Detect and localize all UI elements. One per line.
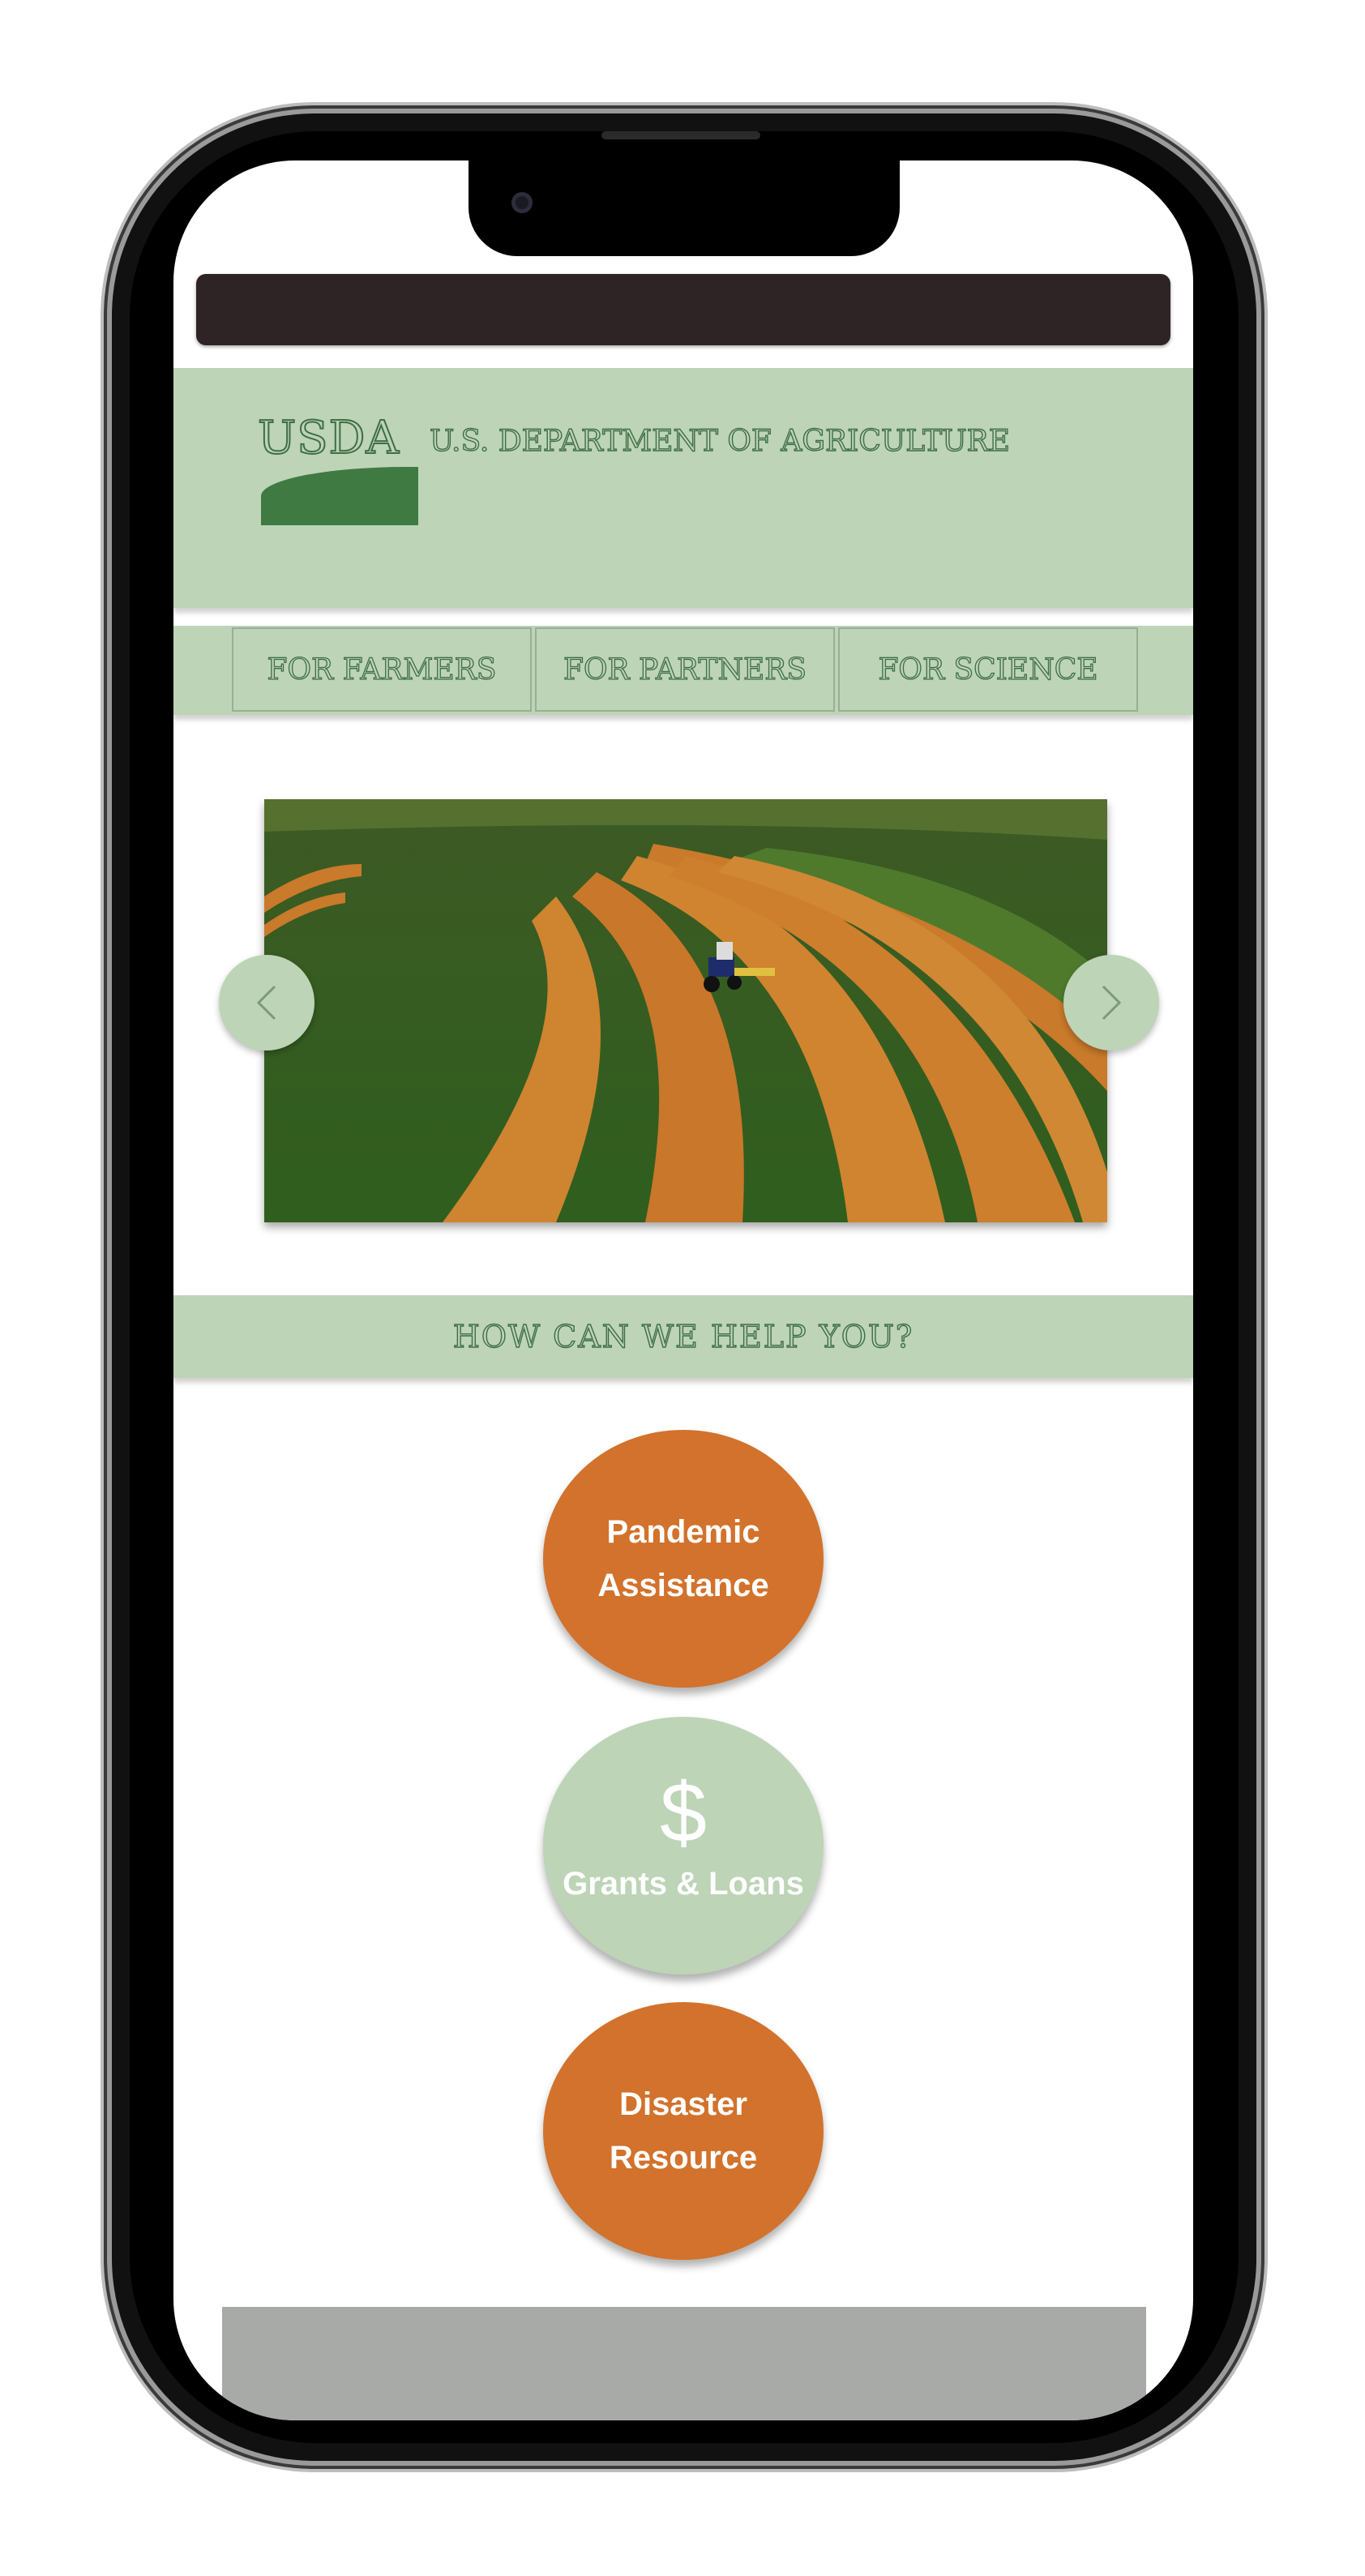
phone-volume-down-button: [102, 909, 110, 1076]
pandemic-assistance-button[interactable]: Pandemic Assistance: [543, 1430, 824, 1688]
phone-volume-up-button: [102, 699, 110, 866]
field-illustration: [264, 799, 1107, 1222]
grants-loans-label: Grants & Loans: [563, 1866, 804, 1902]
carousel-next-button[interactable]: [1063, 955, 1159, 1051]
disaster-resource-label-line2: Resource: [609, 2140, 758, 2176]
site-header: USDA U.S. DEPARTMENT OF AGRICULTURE: [173, 368, 1193, 608]
department-title: U.S. DEPARTMENT OF AGRICULTURE: [429, 424, 1010, 458]
camera-icon: [511, 192, 533, 213]
chevron-right-icon: [1102, 985, 1122, 1021]
dollar-icon: $: [660, 1766, 707, 1860]
phone-mute-switch: [102, 540, 110, 631]
browser-address-bar[interactable]: [196, 274, 1170, 345]
chevron-left-icon: [256, 985, 276, 1021]
disaster-resource-button[interactable]: Disaster Resource: [543, 2002, 824, 2260]
nav-for-partners[interactable]: FOR PARTNERS: [535, 627, 835, 712]
nav-for-science[interactable]: FOR SCIENCE: [838, 627, 1138, 712]
nav-for-farmers[interactable]: FOR FARMERS: [232, 627, 532, 712]
pandemic-assistance-label-line2: Assistance: [597, 1568, 769, 1603]
phone-notch: [469, 160, 900, 256]
footer: [222, 2307, 1146, 2420]
main-nav: FOR FARMERS FOR PARTNERS FOR SCIENCE: [173, 626, 1193, 715]
grants-loans-button[interactable]: $ Grants & Loans: [543, 1717, 824, 1975]
phone-speaker: [601, 131, 760, 139]
phone-power-button: [1258, 755, 1268, 1018]
pandemic-assistance-label-line1: Pandemic: [606, 1514, 760, 1550]
carousel-image-field-tractor: [264, 799, 1107, 1222]
usda-logo-text[interactable]: USDA: [257, 411, 400, 465]
phone-screen: USDA U.S. DEPARTMENT OF AGRICULTURE FOR …: [173, 160, 1193, 2420]
carousel-prev-button[interactable]: [219, 955, 315, 1051]
help-banner: HOW CAN WE HELP YOU?: [173, 1295, 1193, 1378]
disaster-resource-label-line1: Disaster: [619, 2086, 747, 2122]
help-heading: HOW CAN WE HELP YOU?: [452, 1318, 914, 1354]
usda-logo-icon[interactable]: [261, 467, 418, 525]
